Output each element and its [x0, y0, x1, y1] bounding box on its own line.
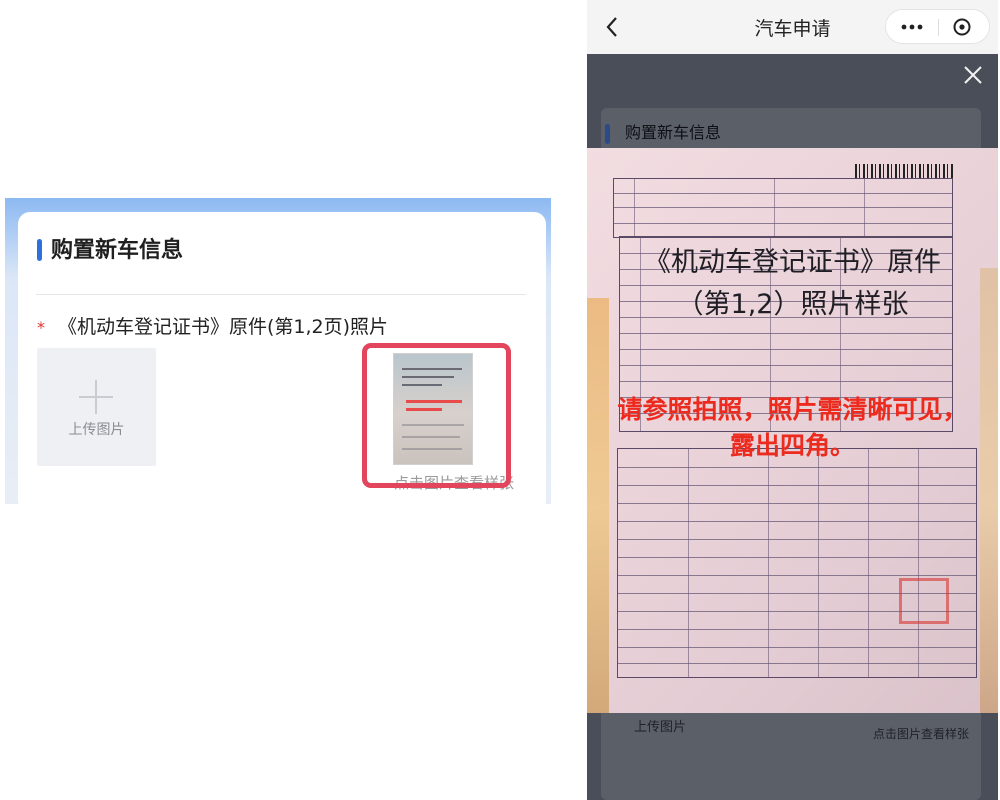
- plus-icon-vertical: [95, 380, 97, 414]
- registration-summary-table: [613, 178, 953, 238]
- divider: [36, 294, 526, 295]
- seal-stamp: [899, 578, 949, 624]
- miniprogram-capsule: [885, 9, 990, 44]
- section-accent-bar: [37, 239, 42, 261]
- upload-image-label: 上传图片: [68, 422, 125, 438]
- photo-instruction: 请参照拍照，照片需清晰可见， 露出四角。: [617, 395, 968, 460]
- close-icon[interactable]: [962, 64, 984, 86]
- more-dots-icon[interactable]: [898, 18, 926, 36]
- highlight-frame: [362, 343, 511, 488]
- registration-certificate-field-label: 《机动车登记证书》原件(第1,2页)照片: [58, 316, 389, 338]
- barcode-image: [855, 164, 953, 178]
- view-sample-caption: 点击图片查看样张: [873, 727, 970, 741]
- required-mark: *: [37, 318, 45, 337]
- photo-background-edge: [980, 268, 998, 713]
- photo-background-edge: [587, 298, 609, 713]
- capsule-divider: [938, 19, 939, 36]
- section-accent-bar: [605, 124, 610, 144]
- section-title: 购置新车信息: [51, 238, 184, 263]
- vehicle-details-table: [617, 448, 977, 678]
- upload-image-label: 上传图片: [634, 720, 687, 735]
- upload-image-button[interactable]: 上传图片: [37, 348, 156, 466]
- nav-bar: 汽车申请: [587, 0, 998, 54]
- sample-certificate-image: 《机动车登记证书》原件 （第1,2）照片样张 请参照拍照，照片需清晰可见， 露出…: [587, 148, 998, 713]
- sample-heading: 《机动车登记证书》原件 （第1,2）照片样张: [644, 247, 941, 320]
- mobile-screen-panel: 汽车申请 购置新车信息 《机动车登记证书》原件 （第1,2）照片样张 请参照拍照…: [587, 0, 998, 800]
- close-miniprogram-icon[interactable]: [952, 17, 972, 37]
- section-title: 购置新车信息: [625, 123, 722, 142]
